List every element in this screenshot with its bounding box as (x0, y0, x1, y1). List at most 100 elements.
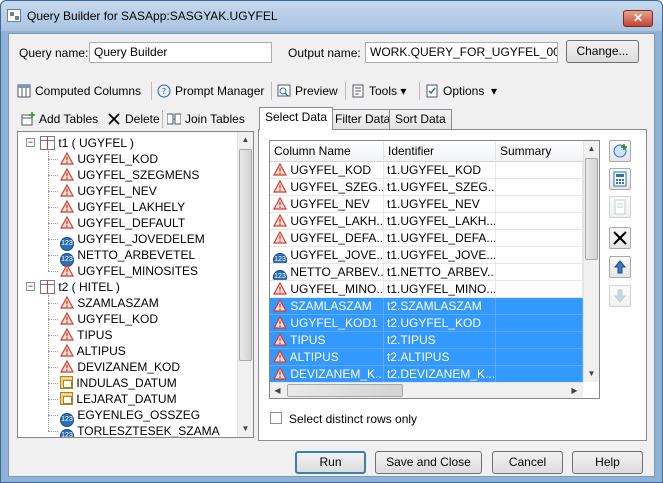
scroll-up-arrow-icon[interactable]: ▲ (584, 141, 599, 156)
tools-menu[interactable]: Tools ▾ (351, 81, 406, 101)
tree-connector (48, 223, 58, 224)
tree-column-node[interactable]: UGYFEL_MINOSITES (60, 263, 198, 279)
grid-row[interactable]: UGYFEL_NEV t1.UGYFEL_NEV (270, 196, 583, 213)
join-tables-button[interactable]: Join Tables (167, 109, 245, 129)
tree-column-node[interactable]: INDULAS_DATUM (60, 375, 177, 391)
preview-button[interactable]: Preview (277, 81, 338, 101)
grid-vertical-scrollbar[interactable]: ▲ ▼ (583, 141, 599, 382)
tree-column-node[interactable]: UGYFEL_LAKHELY (60, 199, 185, 215)
tree-table-node[interactable]: t2 ( HITEL ) (40, 279, 120, 295)
tables-tree[interactable]: − t1 ( UGYFEL ) UGYFEL_KOD UGYFEL_SZEGME… (17, 131, 254, 438)
column-header-summary[interactable]: Summary (496, 141, 585, 162)
grid-row[interactable]: UGYFEL_LAKH... t1.UGYFEL_LAKH... (270, 213, 583, 230)
scroll-right-arrow-icon[interactable]: ▶ (567, 383, 582, 398)
column-label: DEVIZANEM_KOD (77, 360, 181, 374)
grid-row[interactable]: 123 NETTO_ARBEV... t1.NETTO_ARBEV... (270, 264, 583, 281)
run-button[interactable]: Run (295, 451, 366, 474)
grid-row[interactable]: UGYFEL_DEFA... t1.UGYFEL_DEFA... (270, 230, 583, 247)
grid-row[interactable]: SZAMLASZAM t2.SZAMLASZAM (270, 298, 583, 315)
query-builder-window: Query Builder for SASApp:SASGYAK.UGYFEL … (0, 0, 663, 483)
tree-column-node[interactable]: UGYFEL_KOD (60, 151, 158, 167)
remove-column-button[interactable] (609, 227, 631, 249)
prompt-manager-label: Prompt Manager (175, 84, 265, 98)
tree-column-node[interactable]: UGYFEL_DEFAULT (60, 215, 185, 231)
warning-icon (273, 299, 287, 312)
grid-row[interactable]: UGYFEL_SZEG... t1.UGYFEL_SZEG... (270, 179, 583, 196)
column-header-identifier[interactable]: Identifier (384, 141, 496, 162)
tree-column-node[interactable]: SZAMLASZAM (60, 295, 159, 311)
tree-column-node[interactable]: UGYFEL_KOD (60, 311, 158, 327)
cell-summary (496, 298, 583, 315)
cell-identifier: t1.UGYFEL_LAKH... (384, 213, 496, 230)
column-header-name[interactable]: Column Name (270, 141, 384, 162)
query-name-label: Query name: (19, 46, 89, 60)
prompt-manager-button[interactable]: ? Prompt Manager (157, 81, 264, 101)
column-label: UGYFEL_DEFAULT (77, 216, 186, 230)
query-name-input[interactable]: Query Builder (89, 42, 272, 63)
grid-row[interactable]: ALTIPUS t2.ALTIPUS (270, 349, 583, 366)
tab-sort-data[interactable]: Sort Data (389, 109, 452, 129)
tree-column-node[interactable]: TIPUS (60, 327, 112, 343)
tree-expander[interactable]: − (26, 138, 35, 147)
tree-connector (48, 431, 58, 432)
scrollbar-thumb[interactable] (287, 384, 403, 397)
grid-row[interactable]: UGYFEL_MINO... t1.UGYFEL_MINO... (270, 281, 583, 298)
scroll-up-arrow-icon[interactable]: ▲ (238, 132, 253, 147)
scroll-down-arrow-icon[interactable]: ▼ (238, 421, 253, 436)
tree-column-node[interactable]: LEJARAT_DATUM (60, 391, 177, 407)
tree-column-node[interactable]: UGYFEL_SZEGMENS (60, 167, 199, 183)
computed-column-button[interactable] (609, 168, 631, 190)
scroll-left-arrow-icon[interactable]: ◀ (270, 383, 285, 398)
grid-row[interactable]: TIPUS t2.TIPUS (270, 332, 583, 349)
select-distinct-checkbox[interactable] (270, 412, 282, 424)
warning-icon (273, 316, 287, 329)
grid-row[interactable]: 123 UGYFEL_JOVE... t1.UGYFEL_JOVE... (270, 247, 583, 264)
close-button[interactable]: ✕ (623, 10, 653, 27)
cell-identifier: t1.NETTO_ARBEV... (384, 264, 496, 281)
grid-row[interactable]: UGYFEL_KOD1 t2.UGYFEL_KOD (270, 315, 583, 332)
properties-button[interactable] (609, 196, 631, 218)
columns-grid[interactable]: Column Name Identifier Summary UGYFEL_KO… (269, 140, 600, 399)
tree-column-node[interactable]: 123 EGYENLEG_OSSZEG (60, 407, 200, 427)
move-up-button[interactable] (609, 256, 631, 278)
grid-horizontal-scrollbar[interactable]: ◀ ▶ (270, 382, 583, 398)
scrollbar-thumb[interactable] (585, 158, 598, 260)
scroll-down-arrow-icon[interactable]: ▼ (584, 366, 599, 381)
tree-column-node[interactable]: 123 NETTO_ARBEVETEL (60, 247, 196, 267)
cell-text: TIPUS (290, 333, 326, 347)
help-button[interactable]: Help (572, 451, 643, 474)
cell-column-name: UGYFEL_DEFA... (270, 230, 384, 247)
column-label: UGYFEL_JOVEDELEM (77, 232, 205, 246)
save-and-close-button[interactable]: Save and Close (375, 451, 482, 474)
tree-column-node[interactable]: UGYFEL_NEV (60, 183, 157, 199)
tree-expander[interactable]: − (26, 282, 35, 291)
scrollbar-thumb[interactable] (239, 149, 252, 361)
change-button[interactable]: Change... (566, 40, 639, 63)
delete-button[interactable]: Delete (107, 109, 160, 129)
tree-table-node[interactable]: t1 ( UGYFEL ) (40, 135, 134, 151)
grid-row[interactable]: DEVIZANEM_K... t2.DEVIZANEM_K... (270, 366, 583, 383)
options-menu[interactable]: Options ▾ (425, 81, 497, 101)
output-name-input[interactable]: WORK.QUERY_FOR_UGYFEL_0000 (365, 42, 558, 63)
tree-column-node[interactable]: DEVIZANEM_KOD (60, 359, 180, 375)
cancel-button[interactable]: Cancel (492, 451, 563, 474)
tree-vertical-scrollbar[interactable]: ▲ ▼ (237, 132, 253, 437)
computed-columns-button[interactable]: Computed Columns (17, 81, 141, 101)
tree-connector (48, 207, 58, 208)
add-column-button[interactable] (609, 140, 631, 162)
column-label: NETTO_ARBEVETEL (77, 248, 196, 262)
move-down-button[interactable] (609, 285, 631, 307)
cell-column-name: ALTIPUS (270, 349, 384, 366)
cell-summary (496, 196, 583, 213)
cell-summary (496, 213, 583, 230)
tree-column-node[interactable]: 123 UGYFEL_JOVEDELEM (60, 231, 205, 251)
title-bar[interactable]: Query Builder for SASApp:SASGYAK.UGYFEL … (1, 1, 662, 31)
tree-column-node[interactable]: 123 TORLESZTESEK_SZAMA (60, 423, 220, 437)
grid-row[interactable]: UGYFEL_KOD t1.UGYFEL_KOD (270, 162, 583, 179)
cell-identifier: t1.UGYFEL_DEFA... (384, 230, 496, 247)
tree-column-node[interactable]: ALTIPUS (60, 343, 126, 359)
add-tables-button[interactable]: Add Tables (21, 109, 98, 129)
tab-select-data[interactable]: Select Data (259, 107, 334, 130)
cell-identifier: t2.DEVIZANEM_K... (384, 366, 496, 383)
tab-filter-data[interactable]: Filter Data (329, 109, 397, 129)
